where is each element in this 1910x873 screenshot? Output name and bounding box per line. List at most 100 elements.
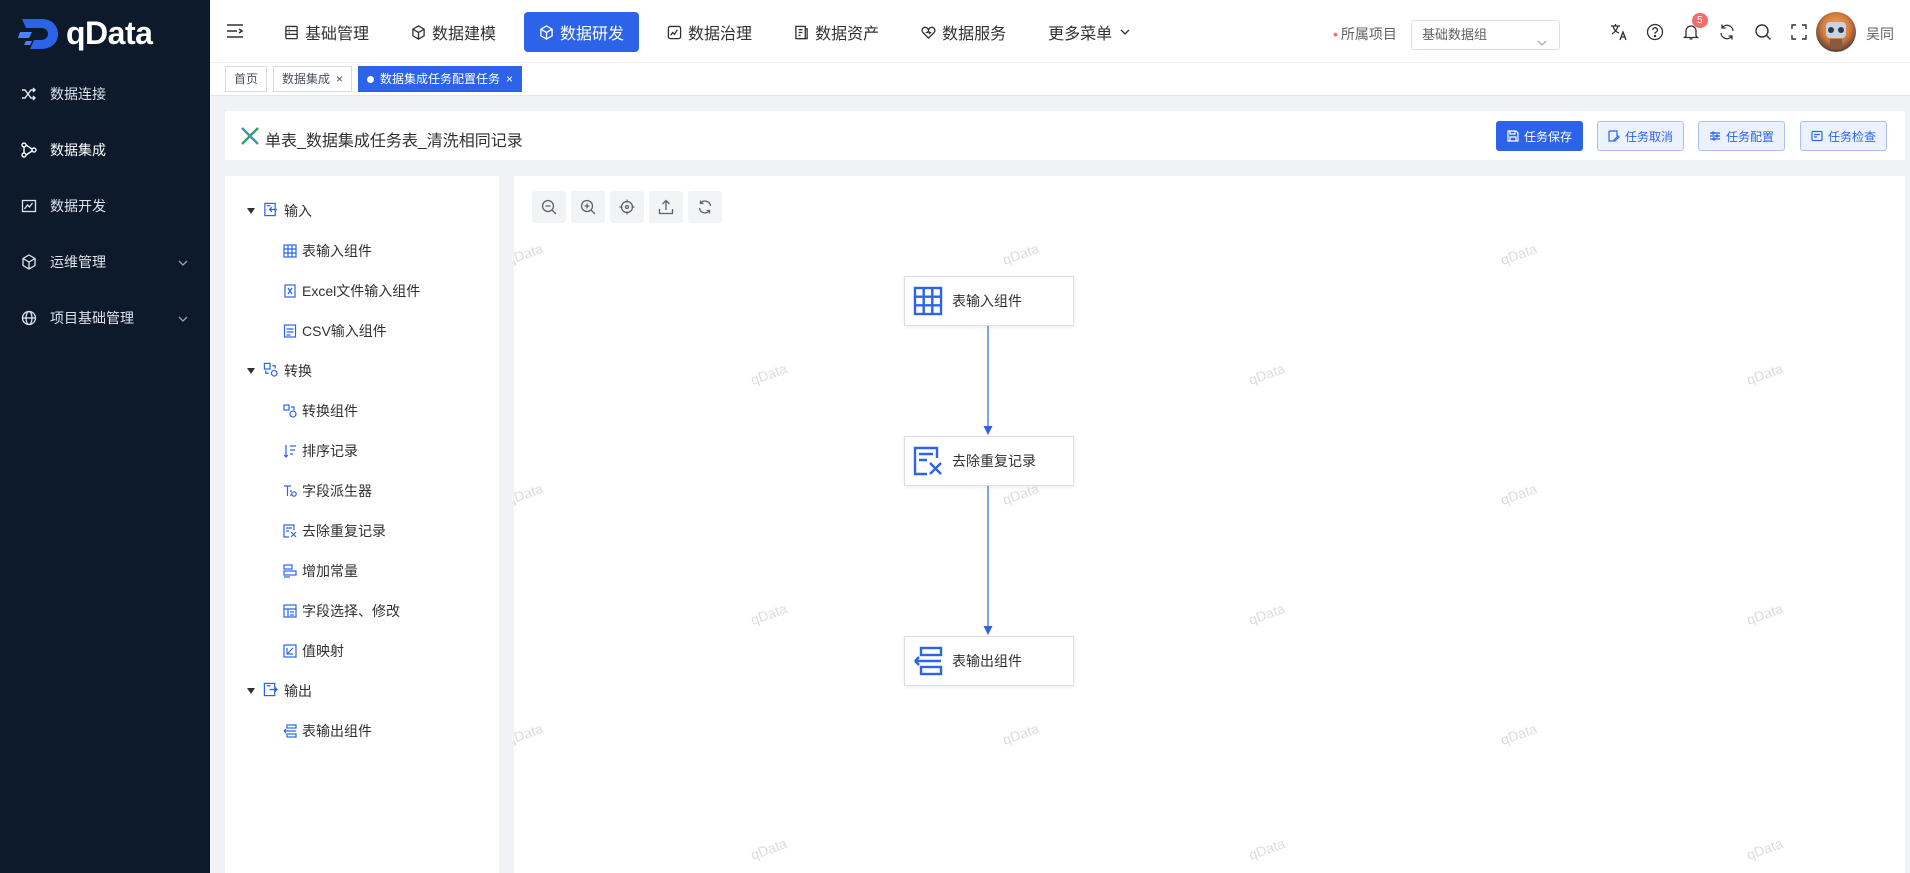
chart-icon (20, 197, 38, 215)
flow-node-table-input[interactable]: 表输入组件 (904, 276, 1074, 326)
chevron-down-icon (1537, 30, 1547, 58)
component-label: 表输出组件 (302, 723, 372, 739)
component-csv-input[interactable]: CSV输入组件 (283, 321, 387, 341)
chevron-down-icon (178, 311, 188, 327)
flow-node-table-output[interactable]: 表输出组件 (904, 636, 1074, 686)
component-add-constant[interactable]: 增加常量 (283, 561, 358, 581)
component-label: Excel文件输入组件 (302, 283, 421, 299)
task-check-button[interactable]: 任务检查 (1800, 121, 1888, 151)
refresh-icon[interactable] (1709, 20, 1745, 44)
nav-item-data-services[interactable]: 数据服务 (907, 12, 1020, 52)
tabs-bar: 首页 数据集成 × 数据集成任务配置任务 × (210, 63, 1910, 96)
logo-mark-icon (18, 15, 60, 51)
table-output-icon (913, 646, 943, 676)
translate-icon[interactable] (1601, 20, 1637, 44)
heart-icon (921, 26, 936, 39)
tab-task-config[interactable]: 数据集成任务配置任务 × (358, 66, 523, 92)
nav-item-label: 数据资产 (815, 26, 880, 43)
sort-icon (283, 444, 297, 458)
component-label: 增加常量 (302, 563, 358, 579)
excel-file-icon (283, 284, 297, 298)
sidebar-item-label: 数据开发 (50, 198, 106, 214)
fullscreen-icon[interactable] (1781, 20, 1817, 44)
node-label: 表输出组件 (952, 653, 1022, 669)
group-input[interactable]: 输入 (247, 201, 312, 221)
flow-node-dedupe-records[interactable]: 去除重复记录 (904, 436, 1074, 486)
active-dot-icon (367, 75, 374, 83)
task-config-button[interactable]: 任务配置 (1698, 121, 1786, 151)
component-field-derivation[interactable]: 字段派生器 (283, 481, 372, 501)
close-icon[interactable]: × (336, 67, 343, 91)
component-transform[interactable]: 转换组件 (283, 401, 358, 421)
notification-badge: 5 (1692, 13, 1708, 28)
globe-icon (20, 309, 38, 327)
task-cancel-button[interactable]: 任务取消 (1597, 121, 1685, 151)
nav-item-more-menu[interactable]: 更多菜单 (1034, 12, 1144, 52)
tab-home[interactable]: 首页 (225, 66, 268, 92)
nav-item-data-assets[interactable]: 数据资产 (780, 12, 893, 52)
component-dedupe-records[interactable]: 去除重复记录 (283, 521, 386, 541)
nav-item-basic-management[interactable]: 基础管理 (270, 12, 383, 52)
sidebar: qData 数据连接 数据集成 数据开发 运维管理 项目基础管理 (0, 0, 210, 873)
value-mapping-icon (283, 644, 297, 658)
field-select-icon (283, 604, 297, 618)
component-value-mapping[interactable]: 值映射 (283, 641, 344, 661)
username[interactable]: 吴同 (1866, 24, 1894, 44)
caret-down-icon (247, 688, 255, 694)
sidebar-item-label: 项目基础管理 (50, 310, 134, 326)
group-label: 输出 (284, 683, 312, 699)
tab-label: 数据集成任务配置任务 (380, 72, 501, 86)
menu-fold-icon[interactable] (226, 23, 244, 39)
top-nav: 基础管理 数据建模 数据研发 数据治理 数据资产 数据服务 更多菜单 (270, 12, 1158, 52)
project-select-value: 基础数据组 (1422, 27, 1488, 42)
caret-down-icon (247, 208, 255, 214)
asset-icon (795, 25, 808, 39)
excel-x-icon (240, 126, 260, 149)
table-output-icon (283, 724, 297, 738)
search-icon[interactable] (1745, 20, 1781, 44)
top-icons: 5 (1601, 13, 1817, 44)
sidebar-item-data-integration[interactable]: 数据集成 (0, 122, 210, 178)
avatar[interactable] (1816, 12, 1856, 52)
component-sort-records[interactable]: 排序记录 (283, 441, 358, 461)
bell-icon[interactable]: 5 (1673, 13, 1709, 44)
cube-icon (20, 253, 38, 271)
task-save-button[interactable]: 任务保存 (1496, 121, 1584, 151)
project-select[interactable]: 基础数据组 (1411, 20, 1560, 50)
nav-item-data-development[interactable]: 数据研发 (524, 12, 640, 52)
close-icon[interactable]: × (506, 67, 513, 91)
field-derive-icon (283, 484, 297, 498)
component-label: 字段派生器 (302, 483, 372, 499)
component-panel: 输入 表输入组件 Excel文件输入组件 CSV输入组件 转换 转换组件 排序记… (225, 176, 499, 873)
button-label: 任务检查 (1828, 129, 1877, 144)
input-icon (263, 202, 278, 220)
table-grid-icon (283, 244, 297, 258)
code-cube-icon (540, 24, 553, 40)
component-field-select-modify[interactable]: 字段选择、修改 (283, 601, 400, 621)
group-output[interactable]: 输出 (247, 681, 312, 701)
sidebar-item-data-connection[interactable]: 数据连接 (0, 66, 210, 122)
nav-item-data-modeling[interactable]: 数据建模 (397, 12, 510, 52)
sidebar-item-data-development[interactable]: 数据开发 (0, 178, 210, 234)
sidebar-item-ops-management[interactable]: 运维管理 (0, 234, 210, 290)
dedupe-icon (913, 446, 943, 476)
tab-data-integration[interactable]: 数据集成 × (273, 66, 353, 92)
help-icon[interactable] (1637, 20, 1673, 44)
component-table-output[interactable]: 表输出组件 (283, 721, 372, 741)
nav-item-label: 数据建模 (432, 26, 497, 43)
logo[interactable]: qData (0, 0, 210, 66)
shuffle-icon (20, 85, 38, 103)
component-table-input[interactable]: 表输入组件 (283, 241, 372, 261)
sidebar-item-project-management[interactable]: 项目基础管理 (0, 290, 210, 346)
nav-item-data-governance[interactable]: 数据治理 (653, 12, 766, 52)
tab-label: 数据集成 (282, 72, 331, 86)
project-label: • 所属项目 (1333, 26, 1397, 42)
nav-item-label: 更多菜单 (1048, 26, 1113, 43)
shield-icon (667, 25, 682, 39)
component-excel-input[interactable]: Excel文件输入组件 (283, 281, 420, 301)
flow-canvas[interactable]: qData qData qData qData qData qData qDat… (514, 176, 1905, 873)
group-transform[interactable]: 转换 (247, 361, 312, 381)
button-label: 任务配置 (1726, 129, 1775, 144)
transform-icon (263, 362, 278, 380)
logo-text: qData (66, 14, 153, 51)
